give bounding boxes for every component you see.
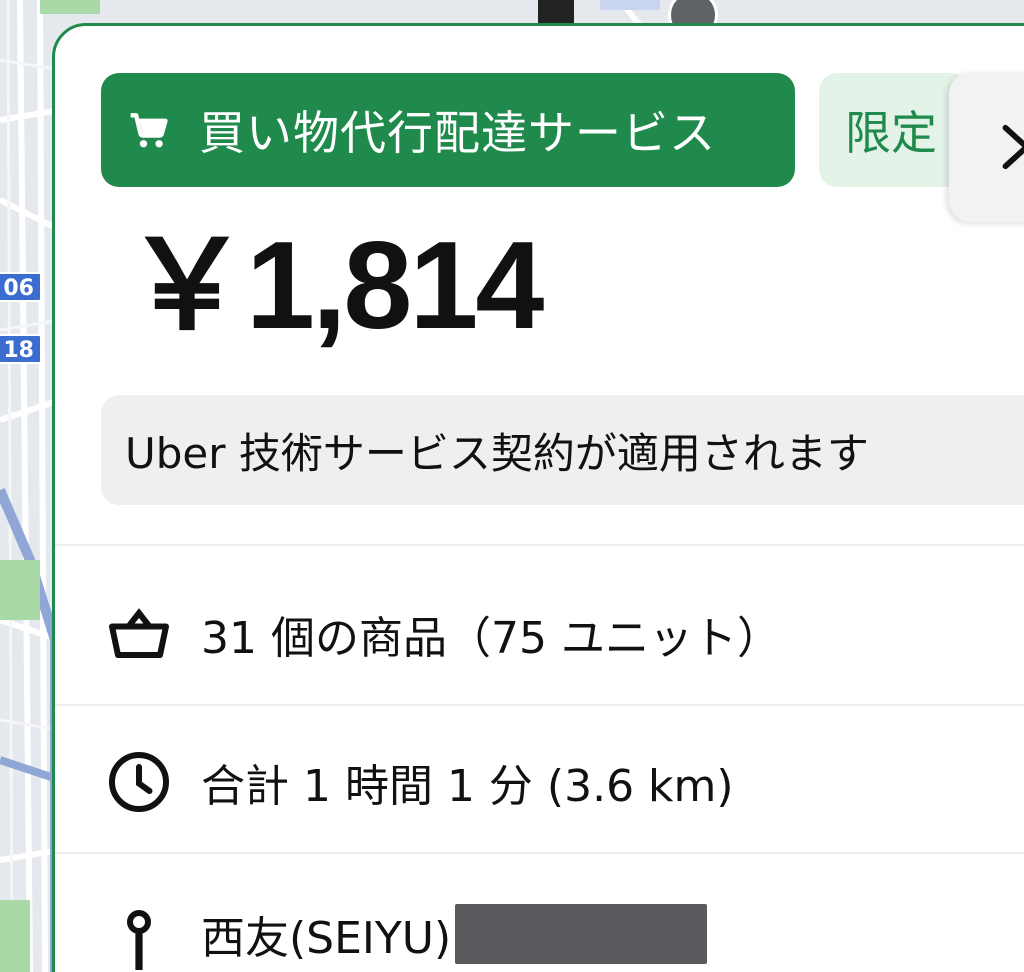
divider <box>55 852 1024 854</box>
terms-text: Uber 技術サービス契約が適用されます <box>125 428 869 478</box>
next-button[interactable] <box>949 72 1024 222</box>
limited-label: 限定 <box>845 106 937 160</box>
pickup-text: 西友(SEIYU) <box>201 913 452 964</box>
cart-icon <box>130 113 168 148</box>
service-type-label: 買い物代行配達サービス <box>199 106 716 160</box>
route-badge: 18 <box>0 334 42 364</box>
route-badge: 06 <box>0 272 42 302</box>
duration-text: 合計 1 時間 1 分 (3.6 km) <box>201 761 734 812</box>
trip-offer-card[interactable]: 買い物代行配達サービス 限定 ￥1,814 Uber 技術サービス契約が適用され… <box>52 23 1024 972</box>
limited-chip: 限定 <box>819 73 969 187</box>
pickup-row: 西友(SEIYU) <box>103 898 708 970</box>
fare-price: ￥1,814 <box>125 217 544 355</box>
terms-notice[interactable]: Uber 技術サービス契約が適用されます <box>101 395 1024 505</box>
divider <box>55 704 1024 706</box>
items-text: 31 個の商品（75 ユニット） <box>201 613 781 664</box>
clock-icon <box>109 752 169 812</box>
service-type-chip: 買い物代行配達サービス <box>101 73 795 187</box>
duration-row: 合計 1 時間 1 分 (3.6 km) <box>103 746 734 818</box>
items-row: 31 個の商品（75 ユニット） <box>103 598 781 670</box>
basket-icon <box>109 608 169 658</box>
redacted-address <box>455 904 708 964</box>
chevron-right-icon <box>1002 124 1024 170</box>
location-pin-icon <box>127 910 151 970</box>
divider <box>55 544 1024 546</box>
